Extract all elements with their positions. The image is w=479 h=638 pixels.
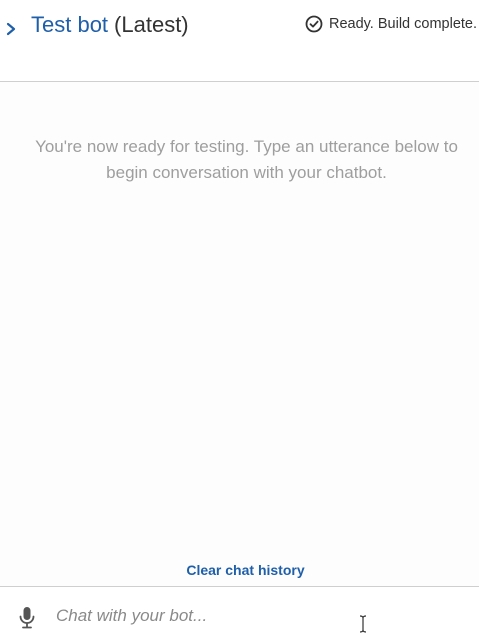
bot-version: (Latest) (114, 12, 189, 37)
clear-chat-history-link[interactable]: Clear chat history (0, 562, 479, 578)
chat-transcript: You're now ready for testing. Type an ut… (0, 83, 479, 586)
bot-name: Test bot (31, 12, 109, 37)
panel-title: Test bot (Latest) (31, 11, 189, 39)
build-status: Ready. Build complete. (305, 14, 477, 34)
welcome-message: You're now ready for testing. Type an ut… (35, 137, 458, 182)
text-cursor-icon (358, 615, 368, 633)
chat-input-bar (0, 586, 479, 638)
check-circle-icon (305, 15, 323, 33)
panel-header: Test bot (Latest) Ready. Build complete. (0, 0, 479, 82)
test-bot-panel: Test bot (Latest) Ready. Build complete. … (0, 0, 479, 638)
status-text: Ready. Build complete. (328, 16, 477, 32)
microphone-icon[interactable] (18, 606, 36, 630)
chat-input[interactable] (56, 601, 461, 631)
chevron-right-icon[interactable] (2, 16, 20, 38)
